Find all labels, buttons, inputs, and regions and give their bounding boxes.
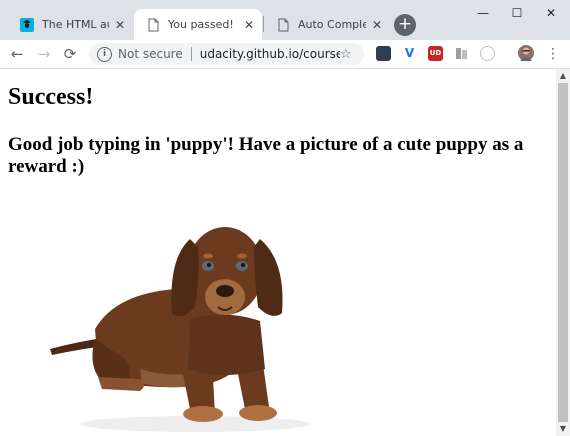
bookmark-star-icon[interactable]: ☆	[340, 47, 356, 62]
back-button[interactable]: ←	[6, 43, 28, 65]
scrollbar-thumb[interactable]	[558, 83, 568, 422]
title-bar: The HTML autoco ✕ You passed! ✕ Auto Com…	[0, 0, 570, 40]
vimeo-icon[interactable]: V	[402, 46, 417, 61]
tab-title: The HTML autoco	[42, 18, 109, 31]
browser-window: The HTML autoco ✕ You passed! ✕ Auto Com…	[0, 0, 570, 436]
profile-avatar[interactable]	[518, 45, 534, 61]
info-icon[interactable]: i	[97, 46, 112, 62]
browser-toolbar: ← → ⟳ i Not secure udacity.github.io/cou…	[0, 40, 570, 69]
reload-button[interactable]: ⟳	[59, 43, 81, 65]
page-title: Success!	[8, 84, 94, 110]
url-text[interactable]: udacity.github.io/course-w...	[200, 47, 340, 61]
circle-extension-icon[interactable]	[480, 46, 495, 61]
page-content: Success! Good job typing in 'puppy'! Hav…	[0, 69, 556, 436]
udacity-favicon-icon	[20, 17, 34, 32]
tab-close-icon[interactable]: ✕	[113, 18, 127, 32]
minimize-button[interactable]: —	[466, 0, 500, 26]
scroll-up-icon[interactable]: ▲	[556, 69, 570, 83]
page-favicon-icon	[148, 18, 159, 31]
menu-button[interactable]: ⋮	[542, 43, 564, 65]
address-bar[interactable]: i Not secure udacity.github.io/course-w.…	[89, 43, 364, 65]
security-label: Not secure	[118, 47, 183, 61]
tab-close-icon[interactable]: ✕	[242, 18, 256, 32]
omnibox-divider	[190, 47, 192, 61]
tab-you-passed[interactable]: You passed! ✕	[134, 9, 262, 40]
reader-icon[interactable]	[454, 46, 469, 61]
tab-title: You passed!	[168, 18, 234, 31]
tab-title: Auto Complete A	[298, 18, 366, 31]
cute-puppy-image	[50, 227, 310, 432]
page-favicon-icon	[278, 18, 289, 31]
tab-html-autocomplete[interactable]: The HTML autoco ✕	[8, 9, 133, 40]
close-window-button[interactable]: ✕	[534, 0, 568, 26]
new-tab-button[interactable]: +	[394, 14, 416, 36]
scroll-down-icon[interactable]: ▼	[556, 422, 570, 436]
maximize-button[interactable]: ☐	[500, 0, 534, 26]
vertical-scrollbar[interactable]: ▲ ▼	[556, 69, 570, 436]
pocket-icon[interactable]	[376, 46, 391, 61]
tab-close-icon[interactable]: ✕	[370, 18, 384, 32]
forward-button[interactable]: →	[33, 43, 55, 65]
ublock-icon[interactable]: UD	[428, 46, 443, 61]
page-subtitle: Good job typing in 'puppy'! Have a pictu…	[8, 134, 524, 177]
tab-auto-complete[interactable]: Auto Complete A ✕	[264, 9, 390, 40]
